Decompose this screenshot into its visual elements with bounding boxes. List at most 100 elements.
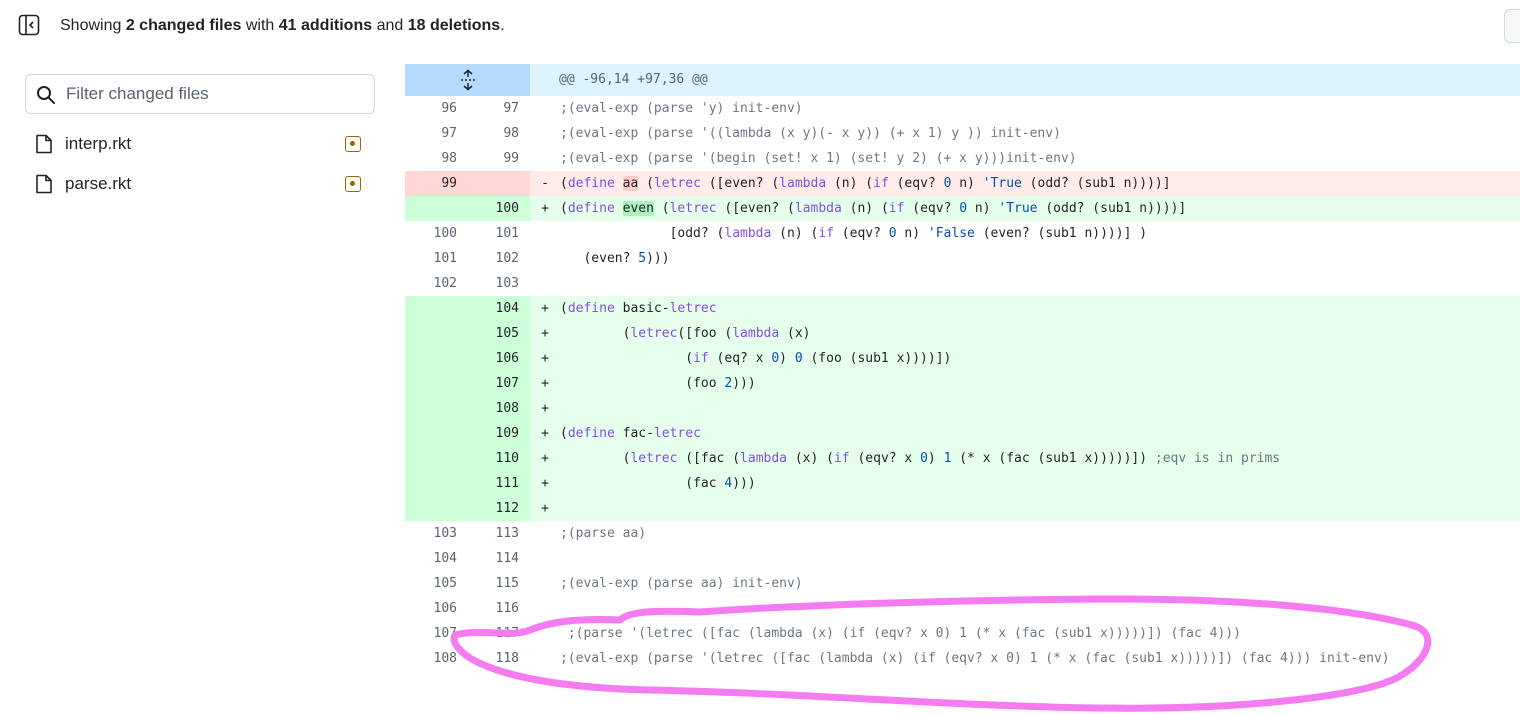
new-line-number[interactable]: 111 [467,471,530,496]
diff-line-context: 104 114 [405,546,1520,571]
new-line-number[interactable]: 112 [467,496,530,521]
old-line-number[interactable] [405,296,467,321]
old-line-number[interactable] [405,421,467,446]
file-name: parse.rkt [65,174,132,193]
new-line-number[interactable]: 99 [467,146,530,171]
diff-line-added: 100 + (define even (letrec ([even? (lambda… [405,196,1520,221]
diff-lines: 96 97 ;(eval-exp (parse 'y) init-env) 97 98;… [405,96,1520,671]
new-line-number[interactable]: 105 [467,321,530,346]
filter-files-box[interactable] [25,74,375,114]
new-line-number[interactable]: 114 [467,546,530,571]
new-line-number[interactable] [467,171,530,196]
diff-view: @@ -96,14 +97,36 @@ 96 97 ;(eval-exp (pars… [405,64,1520,669]
diff-marker: + [541,376,549,391]
new-line-number[interactable]: 103 [467,271,530,296]
expand-hunk-button[interactable] [405,64,530,96]
old-line-number[interactable]: 104 [405,546,467,571]
diff-marker: + [541,426,549,441]
search-icon [37,86,55,104]
new-line-number[interactable]: 101 [467,221,530,246]
code-text: [odd? (lambda (n) (if (eqv? 0 n) 'False … [560,226,1148,241]
old-line-number[interactable]: 102 [405,271,467,296]
settings-button[interactable] [1504,9,1520,43]
code-text: ;(eval-exp (parse '(letrec ([fac (lambda… [560,651,1390,666]
new-line-number[interactable]: 115 [467,571,530,596]
diff-line-context: 105 115 ;(eval-exp (parse aa) init-env) [405,571,1520,596]
diff-line-added: 107 + (foo 2))) [405,371,1520,396]
summary-prefix: Showing [60,17,126,34]
summary-end: . [500,17,505,34]
old-line-number[interactable]: 101 [405,246,467,271]
diff-line-added: 104 + (define basic-letrec [405,296,1520,321]
summary-with: with [241,17,279,34]
code-text: ;(parse aa) [560,526,647,541]
new-line-number[interactable]: 98 [467,121,530,146]
diff-line-context: 107 117 ;(parse '(letrec ([fac (lambda (x… [405,621,1520,646]
diff-marker: + [541,351,549,366]
code-text: (define basic-letrec [560,301,717,316]
old-line-number[interactable] [405,371,467,396]
new-line-number[interactable]: 109 [467,421,530,446]
old-line-number[interactable] [405,446,467,471]
new-line-number[interactable]: 97 [467,96,530,121]
diff-marker: + [541,301,549,316]
new-line-number[interactable]: 106 [467,346,530,371]
new-line-number[interactable]: 117 [467,621,530,646]
diff-line-context: 108 118 ;(eval-exp (parse '(letrec ([fac (… [405,646,1520,671]
diff-line-context: 101 102 (even? 5))) [405,246,1520,271]
diff-line-context: 102 103 [405,271,1520,296]
old-line-number[interactable]: 98 [405,146,467,171]
additions-count: 41 additions [278,17,373,34]
file-modified-icon [345,136,361,152]
old-line-number[interactable]: 100 [405,221,467,246]
code-text: ;(eval-exp (parse '(begin (set! x 1) (se… [560,151,1077,166]
old-line-number[interactable] [405,196,467,221]
file-name: interp.rkt [65,134,132,153]
old-line-number[interactable]: 105 [405,571,467,596]
old-line-number[interactable]: 97 [405,121,467,146]
old-line-number[interactable]: 103 [405,521,467,546]
file-icon [36,174,52,194]
old-line-number[interactable] [405,346,467,371]
new-line-number[interactable]: 107 [467,371,530,396]
deletions-count: 18 deletions [407,17,501,34]
unfold-icon [461,69,475,91]
old-line-number[interactable]: 106 [405,596,467,621]
new-line-number[interactable]: 108 [467,396,530,421]
diff-marker: + [541,401,549,416]
sidebar-toggle-icon[interactable] [18,14,40,36]
old-line-number[interactable]: 96 [405,96,467,121]
code-text: (even? 5))) [560,251,670,266]
new-line-number[interactable]: 110 [467,446,530,471]
file-tree-item-parse[interactable]: parse.rkt [25,166,375,202]
hunk-header: @@ -96,14 +97,36 @@ [530,64,1520,96]
diff-line-added: 105 + (letrec([foo (lambda (x) [405,321,1520,346]
new-line-number[interactable]: 100 [467,196,530,221]
diff-marker: + [541,501,549,516]
old-line-number[interactable] [405,396,467,421]
old-line-number[interactable] [405,471,467,496]
file-tree-item-interp[interactable]: interp.rkt [25,126,375,162]
code-text: (if (eq? x 0) 0 (foo (sub1 x))))]) [560,351,952,366]
new-line-number[interactable]: 113 [467,521,530,546]
code-text: (define aa (letrec ([even? (lambda (n) (… [560,176,1171,191]
old-line-number[interactable] [405,496,467,521]
diff-line-context: 100 101 [odd? (lambda (n) (if (eqv? 0 n) … [405,221,1520,246]
code-text: ;(eval-exp (parse 'y) init-env) [560,101,803,116]
old-line-number[interactable]: 99 [405,171,467,196]
new-line-number[interactable]: 104 [467,296,530,321]
new-line-number[interactable]: 102 [467,246,530,271]
old-line-number[interactable] [405,321,467,346]
new-line-number[interactable]: 118 [467,646,530,671]
diff-line-context: 98 99 ;(eval-exp (parse '(begin (set! x 1)… [405,146,1520,171]
code-text: (foo 2))) [560,376,756,391]
diff-line-context: 103 113 ;(parse aa) [405,521,1520,546]
diff-line-context: 97 98 ;(eval-exp (parse '((lambda (x y)(- … [405,121,1520,146]
filter-files-input[interactable] [66,81,366,107]
old-line-number[interactable]: 108 [405,646,467,671]
old-line-number[interactable]: 107 [405,621,467,646]
code-text: ;(eval-exp (parse '((lambda (x y)(- x y)… [560,126,1061,141]
new-line-number[interactable]: 116 [467,596,530,621]
code-text: ;(eval-exp (parse aa) init-env) [560,576,803,591]
diff-line-added: 112 + [405,496,1520,521]
